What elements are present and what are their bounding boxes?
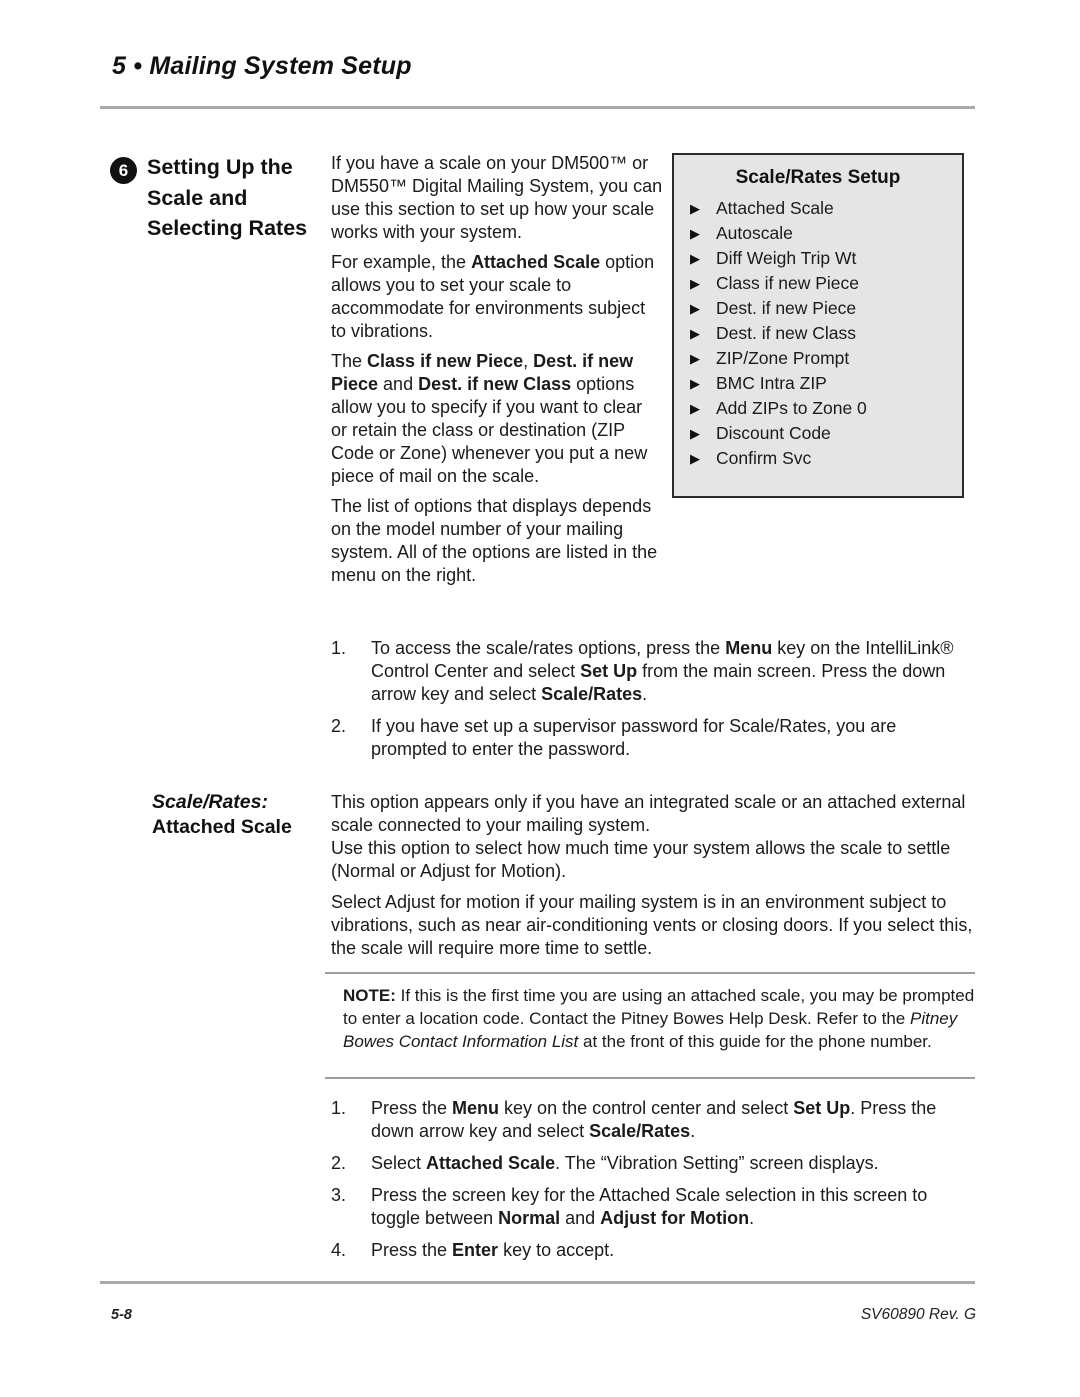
list-item: 1. To access the scale/rates options, pr… [331,637,976,706]
step-number: 1. [331,638,347,658]
list-item: 3. Press the screen key for the Attached… [331,1184,976,1230]
section-title: Setting Up the Scale and Selecting Rates [147,155,308,240]
step-number: 2. [331,716,347,736]
access-steps-block: 1. To access the scale/rates options, pr… [331,637,976,761]
list-item[interactable]: ▶ Confirm Svc [688,446,962,471]
step-text: Press the Menu key on the control center… [371,1098,937,1141]
menu-box-title: Scale/Rates Setup [735,167,901,188]
step-number: 1. [331,1098,347,1118]
intro-paragraph-1: If you have a scale on your DM500™ or DM… [331,153,663,242]
menu-item-list: ▶ Attached Scale ▶ Autoscale ▶ Diff Weig… [674,196,962,471]
menu-item-label: Confirm Svc [716,448,812,468]
list-item[interactable]: ▶ Dest. if new Piece [688,296,962,321]
menu-item-label: Dest. if new Class [716,323,857,343]
note-top-divider [325,972,975,974]
list-item[interactable]: ▶ BMC Intra ZIP [688,371,962,396]
step-number: 3. [331,1185,347,1205]
list-item[interactable]: ▶ Diff Weigh Trip Wt [688,246,962,271]
menu-item-label: Discount Code [716,423,831,443]
list-item: 2. Select Attached Scale. The “Vibration… [331,1152,976,1175]
section-number-badge: 6 [110,157,137,184]
list-item[interactable]: ▶ Attached Scale [688,196,962,221]
subsection-paragraph-3: Select Adjust for motion if your mailing… [331,892,973,958]
triangle-right-icon: ▶ [690,251,700,266]
page-header-title: 5 • Mailing System Setup [112,52,412,80]
note-text: NOTE: If this is the first time you are … [343,986,975,1051]
subsection-paragraph-1: This option appears only if you have an … [331,792,966,835]
access-steps-list: 1. To access the scale/rates options, pr… [331,637,976,761]
step-number: 4. [331,1240,347,1260]
document-page: 5 • Mailing System Setup 6 Setting Up th… [0,0,1080,1397]
list-item: 1. Press the Menu key on the control cen… [331,1097,976,1143]
subsection-label-line1: Scale/Rates: [152,791,268,813]
step-text: To access the scale/rates options, press… [371,638,954,704]
triangle-right-icon: ▶ [690,201,700,216]
triangle-right-icon: ▶ [690,276,700,291]
menu-item-label: ZIP/Zone Prompt [716,348,850,368]
menu-item-label: Attached Scale [716,198,834,218]
menu-item-label: Autoscale [716,223,793,243]
list-item[interactable]: ▶ ZIP/Zone Prompt [688,346,962,371]
menu-item-label: Diff Weigh Trip Wt [716,248,857,268]
procedure-steps-block: 1. Press the Menu key on the control cen… [331,1097,976,1262]
scale-rates-setup-box: Scale/Rates Setup ▶ Attached Scale ▶ Aut… [672,153,964,498]
subsection-paragraph-2: Use this option to select how much time … [331,838,951,881]
menu-item-label: BMC Intra ZIP [716,373,827,393]
procedure-steps-list: 1. Press the Menu key on the control cen… [331,1097,976,1262]
step-text: If you have set up a supervisor password… [371,716,897,759]
triangle-right-icon: ▶ [690,301,700,316]
triangle-right-icon: ▶ [690,326,700,341]
step-number: 2. [331,1153,347,1173]
triangle-right-icon: ▶ [690,426,700,441]
step-text: Select Attached Scale. The “Vibration Se… [371,1153,879,1173]
triangle-right-icon: ▶ [690,451,700,466]
intro-paragraph-2: For example, the Attached Scale option a… [331,252,655,341]
intro-paragraph-4: The list of options that displays depend… [331,496,658,585]
list-item[interactable]: ▶ Autoscale [688,221,962,246]
step-text: Press the Enter key to accept. [371,1240,615,1260]
intro-paragraph-3: The Class if new Piece, Dest. if new Pie… [331,351,648,486]
list-item[interactable]: ▶ Add ZIPs to Zone 0 [688,396,962,421]
note-bottom-divider [325,1077,975,1079]
triangle-right-icon: ▶ [690,401,700,416]
step-text: Press the screen key for the Attached Sc… [371,1185,928,1228]
menu-item-label: Dest. if new Piece [716,298,857,318]
list-item: 2. If you have set up a supervisor passw… [331,715,976,761]
footer-page-number: 5-8 [111,1307,132,1323]
footer-document-id: SV60890 Rev. G [860,1306,976,1323]
triangle-right-icon: ▶ [690,376,700,391]
footer-divider [100,1281,975,1284]
list-item[interactable]: ▶ Dest. if new Class [688,321,962,346]
menu-item-label: Class if new Piece [716,273,859,293]
list-item: 4. Press the Enter key to accept. [331,1239,976,1262]
triangle-right-icon: ▶ [690,226,700,241]
header-divider [100,106,975,109]
subsection-label: Scale/Rates: Attached Scale [152,790,312,840]
subsection-body: This option appears only if you have an … [331,791,976,960]
intro-column: If you have a scale on your DM500™ or DM… [331,152,663,587]
subsection-label-line2: Attached Scale [152,816,292,838]
list-item[interactable]: ▶ Class if new Piece [688,271,962,296]
list-item[interactable]: ▶ Discount Code [688,421,962,446]
menu-item-label: Add ZIPs to Zone 0 [716,398,867,418]
triangle-right-icon: ▶ [690,351,700,366]
